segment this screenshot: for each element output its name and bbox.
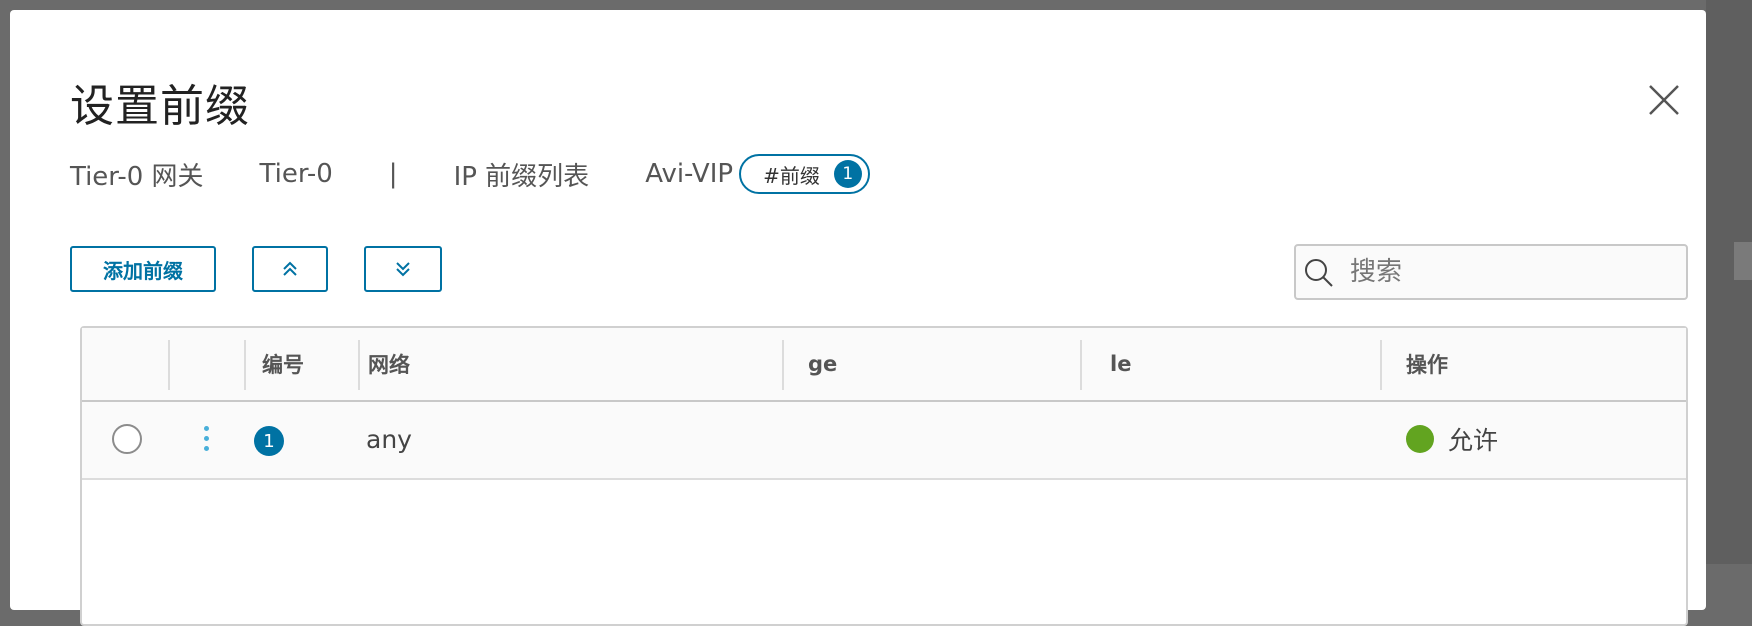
prefix-table: 编号 网络 ge le 操作 1 any 允许 — [80, 326, 1688, 626]
column-divider — [782, 340, 784, 390]
column-header-ge[interactable]: ge — [808, 328, 837, 400]
breadcrumb: Tier-0 网关 Tier-0 | IP 前缀列表 Avi-VIP #前缀 1 — [70, 154, 870, 194]
double-chevron-down-icon — [396, 262, 410, 277]
network-cell: any — [366, 424, 412, 454]
move-down-button[interactable] — [364, 246, 442, 292]
add-prefix-label: 添加前缀 — [103, 258, 183, 283]
column-header-action[interactable]: 操作 — [1406, 328, 1448, 400]
double-chevron-up-icon — [283, 261, 297, 276]
move-up-button[interactable] — [252, 246, 328, 292]
prefix-tag-label: #前缀 — [763, 163, 820, 188]
set-prefix-dialog: 设置前缀 Tier-0 网关 Tier-0 | IP 前缀列表 Avi-VIP … — [10, 10, 1706, 626]
column-header-le[interactable]: le — [1110, 328, 1131, 400]
background-page — [1706, 0, 1752, 564]
table-row[interactable]: 1 any 允许 — [82, 402, 1686, 480]
gateway-type: Tier-0 网关 — [70, 161, 204, 192]
column-header-network[interactable]: 网络 — [368, 328, 410, 400]
list-type: IP 前缀列表 — [453, 161, 590, 192]
row-select-radio[interactable] — [112, 424, 142, 454]
column-divider — [358, 340, 360, 390]
row-number-badge: 1 — [254, 426, 284, 456]
search-icon — [1305, 259, 1333, 287]
action-cell: 允许 — [1406, 402, 1498, 476]
column-header-number[interactable]: 编号 — [262, 328, 304, 400]
background-fragment — [1734, 242, 1752, 280]
column-divider — [168, 340, 170, 390]
column-divider — [1380, 340, 1382, 390]
search-box[interactable] — [1294, 244, 1688, 300]
prefix-count-tag[interactable]: #前缀 1 — [739, 154, 870, 194]
dialog-title: 设置前缀 — [70, 81, 250, 132]
search-input[interactable] — [1348, 256, 1652, 288]
list-name: Avi-VIP — [645, 159, 734, 189]
add-prefix-button[interactable]: 添加前缀 — [70, 246, 216, 292]
prefix-count-badge: 1 — [833, 160, 862, 188]
allow-status-dot — [1406, 425, 1434, 453]
table-header: 编号 网络 ge le 操作 — [82, 328, 1686, 402]
row-actions-kebab-icon[interactable] — [198, 422, 214, 458]
gateway-name: Tier-0 — [259, 159, 333, 189]
action-label: 允许 — [1448, 426, 1499, 455]
close-icon[interactable] — [1646, 82, 1682, 118]
column-divider — [1080, 340, 1082, 390]
breadcrumb-separator: | — [388, 159, 398, 189]
column-divider — [244, 340, 246, 390]
